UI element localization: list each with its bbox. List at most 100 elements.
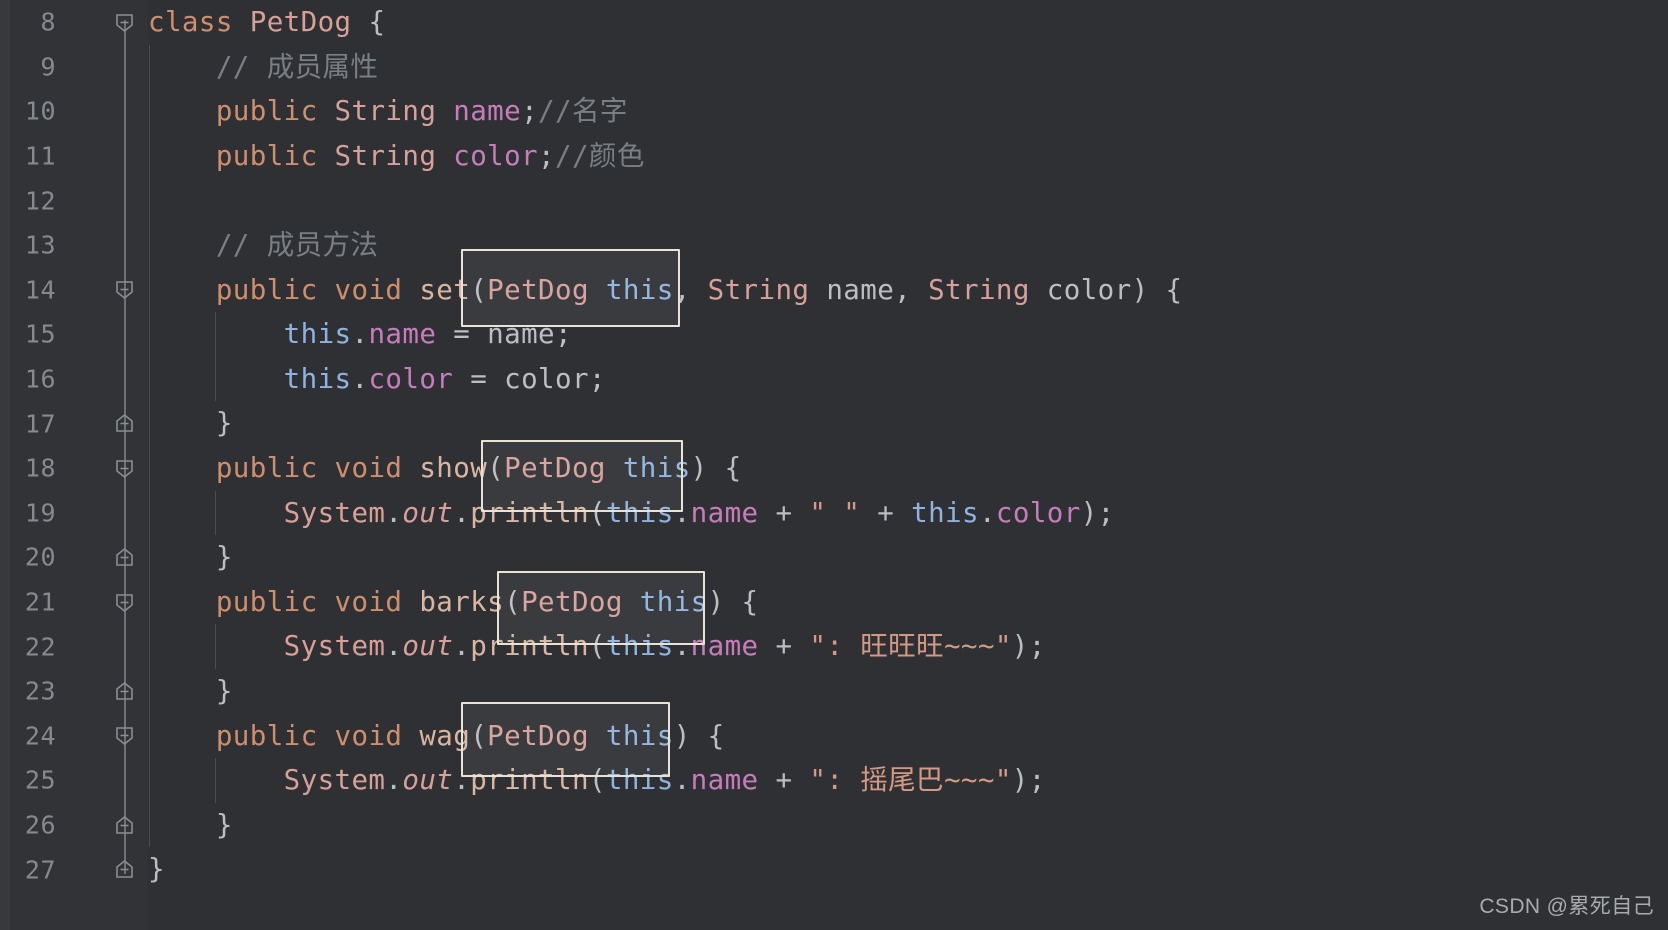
code-lines[interactable]: class PetDog { // 成员属性 public String nam… [148, 0, 1668, 892]
code-line[interactable] [148, 178, 1668, 223]
code-line-text: } [148, 847, 165, 892]
code-token: void [334, 273, 420, 306]
code-token: void [334, 451, 420, 484]
code-token: ": 旺旺旺~~~" [809, 630, 1012, 663]
code-token: ( [588, 496, 606, 529]
line-number: 11 [24, 141, 56, 171]
editor-gutter: 8 9 10 11 12 13 14 15 16 17 18 19 20 21 22 23 24 25 26 27 [0, 0, 148, 930]
code-token: name [690, 764, 759, 797]
indent-guide [149, 713, 150, 759]
code-line-text: } [148, 803, 233, 848]
code-token: name [453, 95, 522, 128]
code-token: out [402, 630, 454, 663]
code-line[interactable]: } [148, 535, 1668, 580]
indent-guide [149, 133, 150, 179]
code-line[interactable]: System.out.println(this.name + ": 摇尾巴~~~… [148, 758, 1668, 803]
indent-guide [149, 223, 150, 268]
code-line[interactable]: public void barks(PetDog this) { [148, 580, 1668, 625]
code-token: name [487, 318, 555, 351]
code-line[interactable]: public void show(PetDog this) { [148, 446, 1668, 491]
indent-guide [149, 802, 150, 848]
code-token: . [673, 764, 691, 797]
fold-toggle-icon[interactable] [112, 590, 137, 615]
code-token: ( [470, 273, 488, 306]
fold-connector-line [124, 44, 126, 90]
code-token: ( [504, 585, 522, 618]
indent-guide [149, 579, 150, 625]
code-line[interactable]: this.color = color; [148, 357, 1668, 402]
code-token: public [148, 451, 335, 484]
code-token: this [639, 585, 708, 618]
code-editor: 8 9 10 11 12 13 14 15 16 17 18 19 20 21 22 23 24 25 26 27 c… [0, 0, 1668, 930]
code-line[interactable]: class PetDog { [148, 0, 1668, 45]
code-token: public [148, 95, 335, 128]
code-content-area[interactable]: class PetDog { // 成员属性 public String nam… [148, 0, 1668, 930]
fold-toggle-icon[interactable] [112, 857, 137, 882]
code-token: } [148, 407, 233, 440]
code-token: + [860, 496, 912, 529]
code-token: . [453, 496, 471, 529]
indent-guide [215, 490, 217, 536]
code-line[interactable]: public String color;//颜色 [148, 134, 1668, 179]
code-token: class [148, 6, 250, 38]
fold-toggle-icon[interactable] [112, 679, 137, 704]
code-token: + [758, 764, 810, 797]
code-token: + [758, 496, 810, 529]
code-line-text: public String name;//名字 [148, 89, 628, 134]
code-token: println [470, 630, 589, 663]
code-token: . [453, 630, 471, 663]
code-token: show [419, 451, 488, 484]
code-line-text: this.color = color; [148, 357, 606, 402]
line-number: 18 [24, 453, 56, 483]
code-line-text: public String color;//颜色 [148, 134, 645, 179]
line-number: 20 [24, 542, 56, 572]
indent-guide [149, 624, 150, 669]
code-line[interactable]: } [148, 401, 1668, 446]
code-token: ( [588, 630, 606, 663]
code-line[interactable]: } [148, 803, 1668, 848]
code-line[interactable]: } [148, 669, 1668, 714]
fold-connector-line [124, 624, 126, 669]
fold-connector-line [124, 178, 126, 223]
fold-toggle-icon[interactable] [112, 411, 137, 436]
code-line-text: } [148, 669, 233, 714]
code-line[interactable]: // 成员属性 [148, 45, 1668, 90]
code-line[interactable]: System.out.println(this.name + " " + thi… [148, 491, 1668, 536]
line-number: 19 [24, 498, 56, 528]
code-token: color [453, 139, 539, 172]
fold-toggle-icon[interactable] [112, 723, 137, 748]
code-token: this [622, 451, 691, 484]
fold-toggle-icon[interactable] [112, 813, 137, 838]
code-line[interactable]: public void set(PetDog this, String name… [148, 268, 1668, 313]
code-token: name [690, 630, 759, 663]
code-line[interactable]: // 成员方法 [148, 223, 1668, 268]
code-line-text: public void wag(PetDog this) { [148, 714, 725, 759]
code-token: this [605, 764, 674, 797]
fold-connector-line [124, 133, 126, 179]
line-number: 27 [24, 855, 56, 885]
code-line-text: } [148, 535, 233, 580]
code-token: color [1046, 273, 1132, 306]
code-token: } [148, 541, 233, 574]
code-line[interactable]: } [148, 847, 1668, 892]
code-line[interactable]: public String name;//名字 [148, 89, 1668, 134]
code-line[interactable]: public void wag(PetDog this) { [148, 714, 1668, 759]
code-folding-column[interactable] [108, 0, 142, 930]
fold-toggle-icon[interactable] [112, 456, 137, 481]
code-token: public [148, 585, 335, 618]
fold-toggle-icon[interactable] [112, 277, 137, 302]
code-token: PetDog [504, 451, 623, 484]
indent-guide [215, 312, 217, 357]
code-token: this [605, 496, 674, 529]
fold-toggle-icon[interactable] [112, 545, 137, 570]
csdn-watermark: CSDN @累死自己 [1479, 895, 1654, 918]
code-token: ; [554, 318, 572, 351]
code-line[interactable]: System.out.println(this.name + ": 旺旺旺~~~… [148, 624, 1668, 669]
code-token: this [605, 630, 674, 663]
line-number: 21 [24, 587, 56, 617]
code-token: out [402, 764, 454, 797]
code-line[interactable]: this.name = name; [148, 312, 1668, 357]
code-token: this [148, 362, 352, 395]
fold-toggle-icon[interactable] [112, 10, 137, 35]
line-number: 25 [24, 765, 56, 795]
